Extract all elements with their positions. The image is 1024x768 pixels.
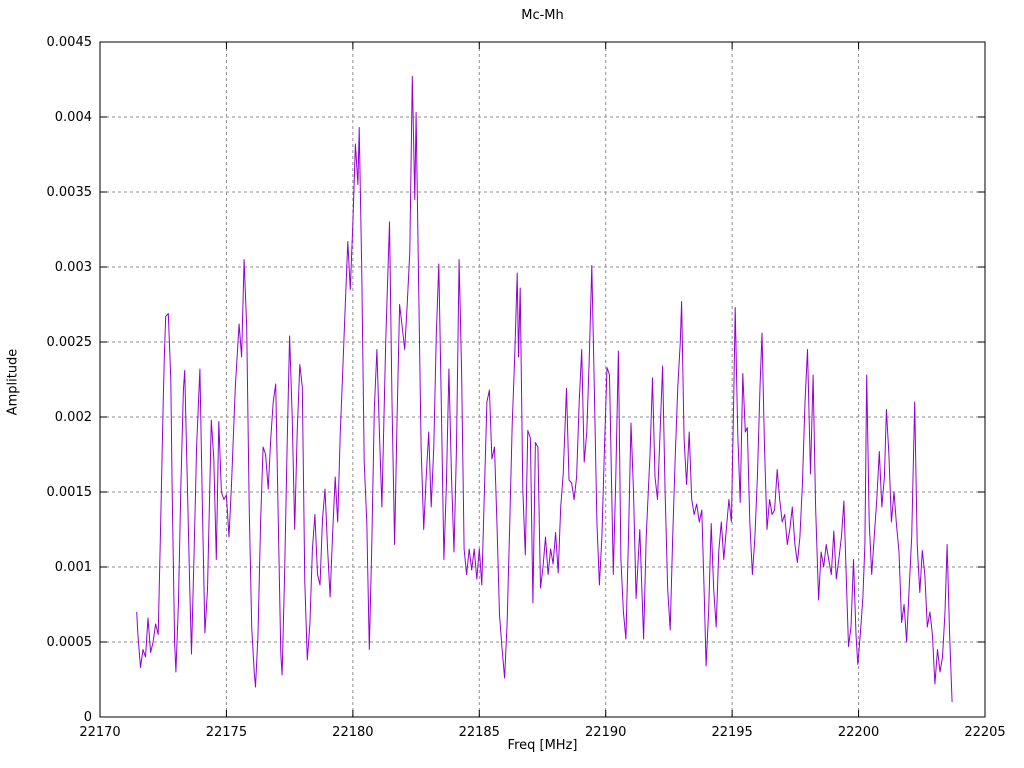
y-tick-label: 0.001	[55, 560, 92, 575]
y-tick-label: 0.003	[55, 260, 92, 275]
plot-area: 22170 22175 22180 22185 22190 22195 22200 22205…	[47, 35, 1006, 740]
series-line	[136, 76, 953, 703]
chart-figure: Mc-Mh Amplitude 22170 22175 22180 22185 2219…	[0, 0, 1024, 768]
y-tick-label: 0.0005	[47, 635, 93, 650]
y-tick-label: 0	[84, 710, 92, 725]
y-tick-label: 0.0025	[47, 335, 93, 350]
plot-border	[99, 41, 986, 718]
y-tick-label: 0.0045	[47, 35, 93, 50]
x-axis-label: Freq [MHz]	[507, 738, 578, 753]
y-tick-label: 0.004	[55, 110, 92, 125]
y-tick-label: 0.002	[55, 410, 92, 425]
y-tick-label: 0.0015	[47, 485, 93, 500]
y-tick-label: 0.0035	[47, 185, 93, 200]
